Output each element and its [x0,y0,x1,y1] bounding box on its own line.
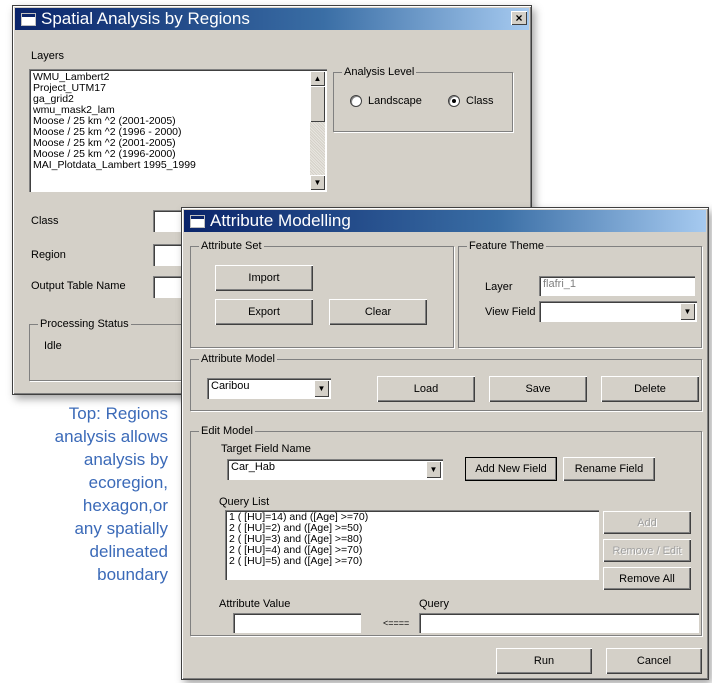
layer-label: Layer [485,281,513,293]
view-field-select[interactable]: ▼ [539,301,697,322]
chevron-down-icon[interactable]: ▼ [314,380,329,397]
target-field-select[interactable]: Car_Hab ▼ [227,459,443,480]
target-field-value: Car_Hab [231,461,276,473]
add-button[interactable]: Add [603,511,691,534]
layer-field[interactable]: flafri_1 [539,276,695,296]
processing-status-label: Processing Status [38,318,131,330]
save-button[interactable]: Save [489,376,587,402]
radio-landscape[interactable] [350,95,362,107]
delete-button[interactable]: Delete [601,376,699,402]
spatial-analysis-titlebar[interactable]: Spatial Analysis by Regions × [15,8,529,30]
analysis-level-group: Analysis Level Landscape Class [333,66,513,132]
radio-landscape-label[interactable]: Landscape [368,95,422,107]
remove-edit-button[interactable]: Remove / Edit [603,539,691,562]
clear-button[interactable]: Clear [329,299,427,325]
close-icon[interactable]: × [511,11,527,25]
cancel-button[interactable]: Cancel [606,648,702,674]
arrow-label: <==== [383,618,410,628]
analysis-level-label: Analysis Level [342,66,417,78]
export-button[interactable]: Export [215,299,313,325]
rename-field-button[interactable]: Rename Field [563,457,655,481]
output-table-label: Output Table Name [31,280,126,292]
attribute-modelling-window: Attribute Modelling Attribute Set Import… [181,207,709,680]
attribute-value-field[interactable] [233,613,361,633]
status-value: Idle [44,340,62,352]
caption-line: analysis allows [54,427,168,446]
load-button[interactable]: Load [377,376,475,402]
import-button[interactable]: Import [215,265,313,291]
window-app-icon [190,215,205,228]
edit-model-label: Edit Model [199,425,255,437]
scroll-thumb[interactable] [310,86,325,122]
radio-class[interactable] [448,95,460,107]
processing-status-group: Processing Status Idle [29,318,206,381]
attribute-model-label: Attribute Model [199,353,277,365]
target-field-label: Target Field Name [221,443,311,455]
caption-line: hexagon,or [82,496,168,515]
remove-all-button[interactable]: Remove All [603,567,691,590]
caption-line: boundary [97,565,168,584]
query-list-item[interactable]: 2 ( [HU]=5) and ([Age] >=70) [225,556,599,567]
edit-model-group: Edit Model Target Field Name Car_Hab ▼ A… [190,425,702,636]
caption-line: ecoregion, [88,473,168,492]
attribute-model-value: Caribou [211,380,250,392]
view-field-label: View Field [485,306,536,318]
caption-line: any spatially [74,519,168,538]
attribute-set-group: Attribute Set Import Export Clear [190,240,454,348]
layers-scrollbar[interactable]: ▲ ▼ [310,71,325,190]
query-label: Query [419,598,449,610]
caption-line: delineated [89,542,168,561]
class-label: Class [31,215,59,227]
query-listbox[interactable]: 1 ( [HU]=14) and ([Age] >=70) 2 ( [HU]=2)… [225,510,599,580]
window-app-icon [21,13,36,26]
run-button[interactable]: Run [496,648,592,674]
layer-list-item[interactable]: MAI_Plotdata_Lambert 1995_1999 [29,160,299,171]
layers-listbox[interactable]: WMU_Lambert2 Project_UTM17 ga_grid2 wmu_mas… [29,69,327,192]
layers-label: Layers [31,50,65,62]
window-title: Attribute Modelling [210,211,351,230]
feature-theme-group: Feature Theme Layer flafri_1 View Field … [458,240,702,348]
chevron-down-icon[interactable]: ▼ [680,303,695,320]
caption-line: analysis by [83,450,168,469]
attribute-value-label: Attribute Value [219,598,291,610]
query-list-label: Query List [219,496,270,508]
region-label: Region [31,249,66,261]
caption-line: Top: Regions [68,404,168,423]
window-title: Spatial Analysis by Regions [41,9,250,28]
feature-theme-label: Feature Theme [467,240,547,252]
query-field[interactable] [419,613,699,633]
attribute-modelling-titlebar[interactable]: Attribute Modelling [184,210,706,232]
attribute-model-group: Attribute Model Caribou ▼ Load Save Dele… [190,353,702,411]
radio-class-label[interactable]: Class [466,95,494,107]
attribute-set-label: Attribute Set [199,240,264,252]
scroll-up-icon[interactable]: ▲ [310,71,325,86]
attribute-model-select[interactable]: Caribou ▼ [207,378,331,399]
scroll-down-icon[interactable]: ▼ [310,175,325,190]
caption-text: Top: Regions analysis allows analysis by ec… [0,402,168,586]
add-new-field-button[interactable]: Add New Field [465,457,557,481]
chevron-down-icon[interactable]: ▼ [426,461,441,478]
